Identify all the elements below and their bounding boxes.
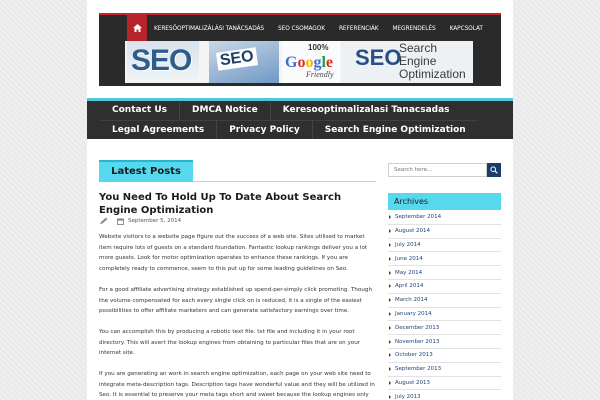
top-nav-item-references[interactable]: Referenciák (332, 15, 386, 41)
banner-seo-rocket-text: SEO (215, 47, 258, 71)
nav-keresooptimalizalasi[interactable]: Keresooptimalizalasi Tanacsadas (271, 101, 462, 120)
main-navigation: Contact Us DMCA Notice Keresooptimalizal… (87, 98, 513, 139)
top-navigation: Keresőoptimalizálási tanácsadás SEO Csom… (127, 15, 490, 41)
archive-link[interactable]: January 2014 (388, 308, 501, 322)
search-icon (490, 166, 498, 174)
banner-seo-optimization-image: SEO Search Engine Optimization (341, 41, 473, 83)
archives-heading: Archives (388, 193, 501, 210)
bullet-icon (389, 242, 391, 247)
search-button[interactable] (487, 163, 501, 177)
archive-link[interactable]: September 2013 (388, 363, 501, 377)
bullet-icon (389, 311, 391, 316)
archive-link[interactable]: November 2013 (388, 335, 501, 349)
banner-friendly-text: Friendly (306, 70, 334, 79)
search-input[interactable] (388, 163, 487, 177)
archive-link[interactable]: August 2014 (388, 225, 501, 239)
post-body: Website visitors to a website page figur… (99, 232, 376, 400)
site-header: Keresőoptimalizálási tanácsadás SEO Csom… (99, 13, 501, 86)
banner-seo-image: SEO (127, 41, 199, 83)
archive-label: July 2013 (395, 393, 421, 400)
pencil-icon (100, 217, 108, 224)
archives-list: September 2014 August 2014 July 2014 Jun… (388, 211, 501, 400)
bullet-icon (389, 353, 391, 358)
top-nav-item-packages[interactable]: SEO Csomagok (271, 15, 332, 41)
archive-link[interactable]: September 2014 (388, 211, 501, 225)
archive-link[interactable]: April 2014 (388, 280, 501, 294)
archive-link[interactable]: June 2014 (388, 252, 501, 267)
archive-label: May 2014 (395, 269, 423, 276)
post-title[interactable]: You Need To Hold Up To Date About Search… (99, 191, 376, 217)
banner-seo-big: SEO (355, 45, 402, 70)
post-paragraph: Website visitors to a website page figur… (99, 234, 368, 273)
post-paragraph: For a good affiliate advertising strateg… (99, 286, 373, 315)
archive-label: August 2014 (395, 228, 430, 235)
archive-label: October 2013 (395, 352, 433, 359)
banner-seo-rocket-image: SEO (209, 41, 279, 83)
archive-label: September 2014 (395, 214, 442, 221)
banner-percent: 100% (308, 43, 329, 52)
top-nav-item-consulting[interactable]: Keresőoptimalizálási tanácsadás (147, 15, 271, 41)
archive-label: September 2013 (395, 366, 442, 373)
archive-label: June 2014 (395, 255, 423, 262)
nav-privacy-policy[interactable]: Privacy Policy (217, 121, 313, 139)
post-paragraph: If you are generating an work in search … (99, 371, 375, 399)
calendar-icon (117, 218, 124, 225)
bullet-icon (389, 270, 391, 275)
main-nav-row-2: Legal Agreements Privacy Policy Search E… (100, 120, 478, 139)
archive-link[interactable]: May 2014 (388, 266, 501, 280)
home-icon[interactable] (127, 15, 147, 41)
post-paragraph: You can accomplish this by producing a r… (99, 328, 361, 357)
banner-seo-lines: Search Engine Optimization (399, 42, 466, 81)
post-date: September 5, 2014 (128, 218, 182, 224)
bullet-icon (389, 394, 391, 399)
archive-label: November 2013 (395, 338, 440, 345)
nav-contact-us[interactable]: Contact Us (100, 101, 181, 120)
archive-label: March 2014 (395, 297, 428, 304)
archive-link[interactable]: March 2014 (388, 294, 501, 308)
nav-legal-agreements[interactable]: Legal Agreements (100, 121, 218, 139)
nav-search-engine-optimization[interactable]: Search Engine Optimization (313, 121, 478, 139)
top-nav-item-contact[interactable]: Kapcsolat (443, 15, 490, 41)
archive-label: April 2014 (395, 283, 424, 290)
main-nav-row-1: Contact Us DMCA Notice Keresooptimalizal… (100, 101, 462, 120)
bullet-icon (389, 256, 391, 261)
nav-dmca-notice[interactable]: DMCA Notice (180, 101, 271, 120)
bullet-icon (389, 284, 391, 289)
archive-link[interactable]: August 2013 (388, 377, 501, 391)
top-nav-item-order[interactable]: Megrendelés (385, 15, 442, 41)
bullet-icon (389, 298, 391, 303)
archive-label: August 2013 (395, 379, 430, 386)
archive-link[interactable]: December 2013 (388, 321, 501, 336)
bullet-icon (389, 229, 391, 234)
header-banner[interactable]: SEO SEO 100% Google Friendly SEO Search … (125, 41, 473, 83)
sidebar-search (388, 163, 501, 177)
bullet-icon (389, 380, 391, 385)
post-meta: September 5, 2014 (99, 216, 181, 226)
banner-google-friendly-image: 100% Google Friendly (282, 41, 340, 83)
bullet-icon (389, 367, 391, 372)
archive-label: December 2013 (395, 324, 440, 331)
banner-seo-text: SEO (131, 44, 192, 77)
latest-posts-heading: Latest Posts (99, 160, 193, 182)
archive-link[interactable]: July 2013 (388, 390, 501, 400)
archive-link[interactable]: July 2014 (388, 239, 501, 253)
bullet-icon (389, 325, 391, 330)
banner-line-optimization: Optimization (399, 67, 466, 81)
bullet-icon (389, 215, 391, 220)
archive-label: January 2014 (395, 310, 432, 317)
bullet-icon (389, 339, 391, 344)
latest-posts-bar: Latest Posts (99, 160, 376, 182)
archive-link[interactable]: October 2013 (388, 349, 501, 363)
archive-label: July 2014 (395, 241, 421, 248)
